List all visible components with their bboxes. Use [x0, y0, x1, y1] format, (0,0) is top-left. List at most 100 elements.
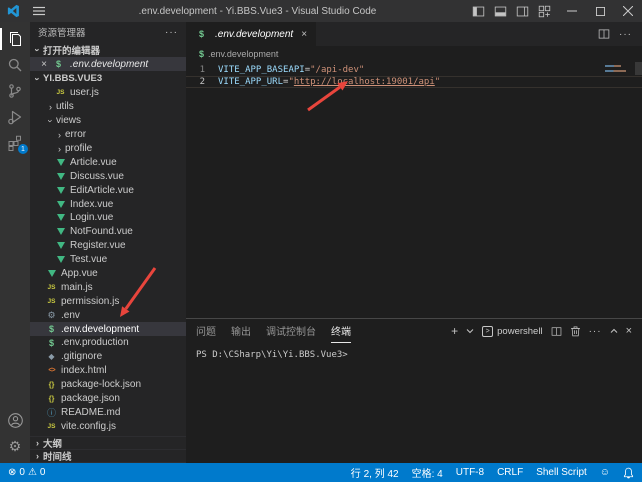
- project-section-header[interactable]: › YI.BBS.VUE3: [30, 71, 186, 86]
- timeline-section-header[interactable]: › 时间线: [30, 450, 186, 463]
- sidebar-more-actions-icon[interactable]: ···: [165, 27, 178, 38]
- tree-item-label: Article.vue: [70, 157, 117, 168]
- tree-item-profile[interactable]: ›profile: [30, 142, 186, 156]
- tree-item-.env[interactable]: ⚙.env: [30, 308, 186, 322]
- tree-item-App.vue[interactable]: App.vue: [30, 267, 186, 281]
- maximize-panel-chevron-icon[interactable]: [610, 328, 618, 334]
- titlebar-controls: [470, 0, 642, 22]
- source-control-icon[interactable]: [0, 78, 30, 104]
- tree-item-Register.vue[interactable]: Register.vue: [30, 239, 186, 253]
- tree-item-vite.config.js[interactable]: JSvite.config.js: [30, 419, 186, 433]
- terminal-shell-selector[interactable]: > powershell: [482, 326, 542, 337]
- terminal-content[interactable]: PS D:\CSharp\Yi\Yi.BBS.Vue3>: [186, 343, 642, 463]
- gear-file-icon: ⚙: [45, 310, 58, 321]
- tree-item-package.json[interactable]: {}package.json: [30, 392, 186, 406]
- tree-item-.env.development[interactable]: $.env.development: [30, 322, 186, 336]
- tree-item-.gitignore[interactable]: ◆.gitignore: [30, 350, 186, 364]
- panel-more-actions-icon[interactable]: ···: [589, 326, 602, 337]
- run-and-debug-icon[interactable]: [0, 104, 30, 130]
- tree-item-label: profile: [65, 143, 92, 154]
- tree-item-user.js[interactable]: JSuser.js: [30, 86, 186, 100]
- tree-item-Test.vue[interactable]: Test.vue: [30, 253, 186, 267]
- cursor-position[interactable]: 行 2, 列 42: [351, 465, 399, 480]
- tree-item-Index.vue[interactable]: Index.vue: [30, 197, 186, 211]
- warning-count: 0: [40, 467, 46, 478]
- tree-item-package-lock.json[interactable]: {}package-lock.json: [30, 378, 186, 392]
- notifications-bell-icon[interactable]: [623, 467, 634, 479]
- menu-icon[interactable]: [33, 6, 45, 16]
- toggle-secondary-sidebar-icon[interactable]: [514, 0, 531, 22]
- tree-item-label: Login.vue: [70, 212, 113, 223]
- close-tab-icon[interactable]: ×: [301, 29, 307, 40]
- shell-label: powershell: [497, 326, 542, 337]
- code-line-1[interactable]: 1VITE_APP_BASEAPI="/api-dev": [186, 64, 642, 76]
- tree-item-.env.production[interactable]: $.env.production: [30, 336, 186, 350]
- close-icon[interactable]: ×: [38, 59, 50, 70]
- tree-item-README.md[interactable]: ⓘREADME.md: [30, 405, 186, 419]
- customize-layout-icon[interactable]: [536, 0, 553, 22]
- language-mode[interactable]: Shell Script: [536, 467, 587, 478]
- explorer-icon[interactable]: [0, 26, 30, 52]
- chevron-right-icon: ›: [54, 130, 65, 140]
- encoding[interactable]: UTF-8: [456, 467, 484, 478]
- open-editor-item-env-development[interactable]: × $ .env.development: [30, 57, 186, 71]
- feedback-icon[interactable]: ☺: [600, 467, 610, 478]
- extensions-icon[interactable]: 1: [0, 130, 30, 156]
- env-file-icon: $: [45, 338, 58, 348]
- maximize-button[interactable]: [586, 0, 614, 22]
- env-file-icon: $: [52, 59, 65, 69]
- split-editor-icon[interactable]: [598, 28, 610, 40]
- tree-item-error[interactable]: ›error: [30, 128, 186, 142]
- tree-item-Discuss.vue[interactable]: Discuss.vue: [30, 169, 186, 183]
- toggle-primary-sidebar-icon[interactable]: [470, 0, 487, 22]
- minimize-button[interactable]: [558, 0, 586, 22]
- account-icon[interactable]: [0, 407, 30, 433]
- env-file-icon: $: [195, 29, 208, 39]
- vscode-logo: [7, 4, 21, 18]
- minimap[interactable]: [605, 63, 633, 75]
- code-editor[interactable]: 1VITE_APP_BASEAPI="/api-dev"2VITE_APP_UR…: [186, 62, 642, 318]
- problems-status[interactable]: ⊗ 0 ⚠ 0: [8, 467, 45, 478]
- vue-file-icon: [54, 214, 67, 221]
- tab-env-development[interactable]: $ .env.development ×: [186, 22, 316, 46]
- close-panel-icon[interactable]: ×: [626, 325, 632, 337]
- search-icon[interactable]: [0, 52, 30, 78]
- settings-gear-icon[interactable]: ⚙: [0, 433, 30, 459]
- open-editors-header[interactable]: › 打开的编辑器: [30, 42, 186, 57]
- kill-terminal-trash-icon[interactable]: [570, 325, 581, 337]
- html-file-icon: <>: [45, 367, 58, 374]
- tree-item-utils[interactable]: ›utils: [30, 100, 186, 114]
- vue-file-icon: [54, 228, 67, 235]
- tree-item-views[interactable]: ›views: [30, 114, 186, 128]
- tree-item-Article.vue[interactable]: Article.vue: [30, 155, 186, 169]
- tree-item-index.html[interactable]: <>index.html: [30, 364, 186, 378]
- tree-item-Login.vue[interactable]: Login.vue: [30, 211, 186, 225]
- new-terminal-icon[interactable]: +: [451, 324, 458, 338]
- tree-item-main.js[interactable]: JSmain.js: [30, 280, 186, 294]
- tab-terminal[interactable]: 终端: [331, 319, 351, 343]
- split-terminal-icon[interactable]: [551, 326, 562, 337]
- more-actions-icon[interactable]: ···: [619, 29, 632, 40]
- tab-output[interactable]: 输出: [231, 319, 251, 343]
- toggle-panel-icon[interactable]: [492, 0, 509, 22]
- eol-sequence[interactable]: CRLF: [497, 467, 523, 478]
- chevron-right-icon: ›: [32, 438, 43, 448]
- tree-item-label: Register.vue: [70, 240, 126, 251]
- explorer-sidebar: 资源管理器 ··· › 打开的编辑器 × $ .env.development …: [30, 22, 186, 463]
- tree-item-label: NotFound.vue: [70, 226, 133, 237]
- tree-item-permission.js[interactable]: JSpermission.js: [30, 294, 186, 308]
- terminal-dropdown-chevron-icon[interactable]: [466, 328, 474, 334]
- tree-item-EditArticle.vue[interactable]: EditArticle.vue: [30, 183, 186, 197]
- scrollbar-slider[interactable]: [635, 62, 642, 75]
- code-line-2[interactable]: 2VITE_APP_URL="http://localhost:19001/ap…: [186, 76, 642, 88]
- tree-item-label: package.json: [61, 393, 120, 404]
- indentation-setting[interactable]: 空格: 4: [412, 465, 443, 480]
- tree-item-label: .env: [61, 310, 80, 321]
- tab-problems[interactable]: 问题: [196, 319, 216, 343]
- tree-item-NotFound.vue[interactable]: NotFound.vue: [30, 225, 186, 239]
- sidebar-header: 资源管理器 ···: [30, 22, 186, 42]
- breadcrumb[interactable]: $ .env.development: [186, 46, 642, 62]
- tab-debug-console[interactable]: 调试控制台: [266, 319, 316, 343]
- activity-bar: 1 ⚙: [0, 22, 30, 463]
- close-button[interactable]: [614, 0, 642, 22]
